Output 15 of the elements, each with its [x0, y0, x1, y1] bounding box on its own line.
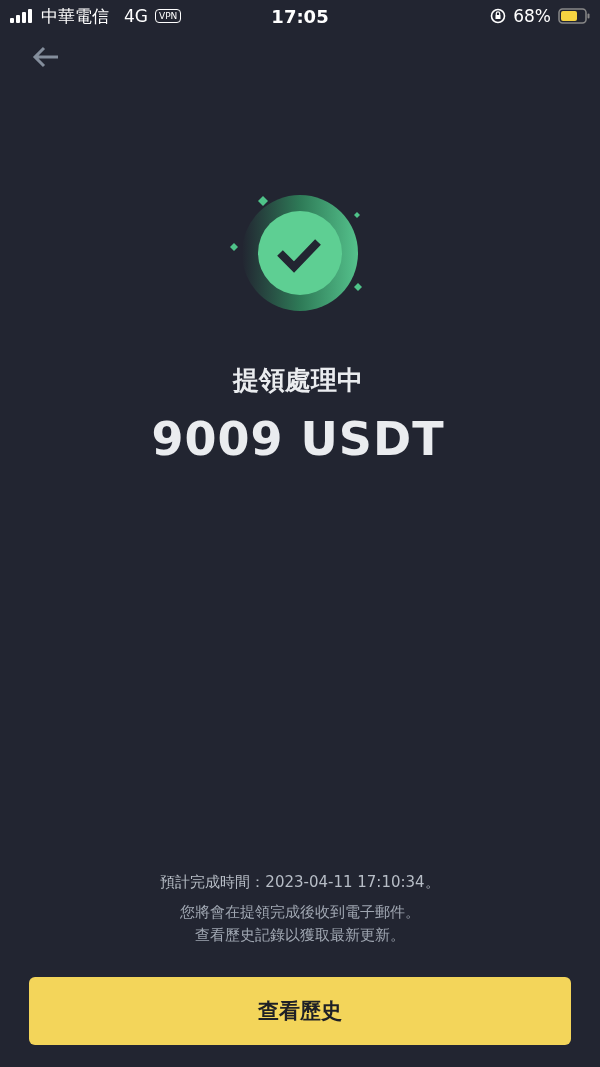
- clock-time: 17:05: [271, 5, 329, 27]
- view-history-button[interactable]: 查看歷史: [29, 977, 571, 1045]
- info-text: 您將會在提領完成後收到電子郵件。: [180, 902, 420, 923]
- rotation-lock-icon: [490, 8, 507, 24]
- carrier-name: 中華電信: [41, 4, 109, 28]
- eta-text: 預計完成時間：2023-04-11 17:10:34。: [160, 873, 440, 892]
- amount-text: 9009 USDT: [151, 412, 445, 466]
- back-arrow-icon[interactable]: [32, 46, 60, 68]
- network-type: 4G: [124, 6, 148, 26]
- vpn-badge: VPN: [155, 9, 182, 23]
- battery-icon: [558, 8, 590, 24]
- signal-icon: [10, 9, 34, 23]
- info-text: 查看歷史記錄以獲取最新更新。: [195, 925, 405, 946]
- battery-percent: 68%: [513, 6, 551, 26]
- status-title: 提領處理中: [233, 364, 363, 397]
